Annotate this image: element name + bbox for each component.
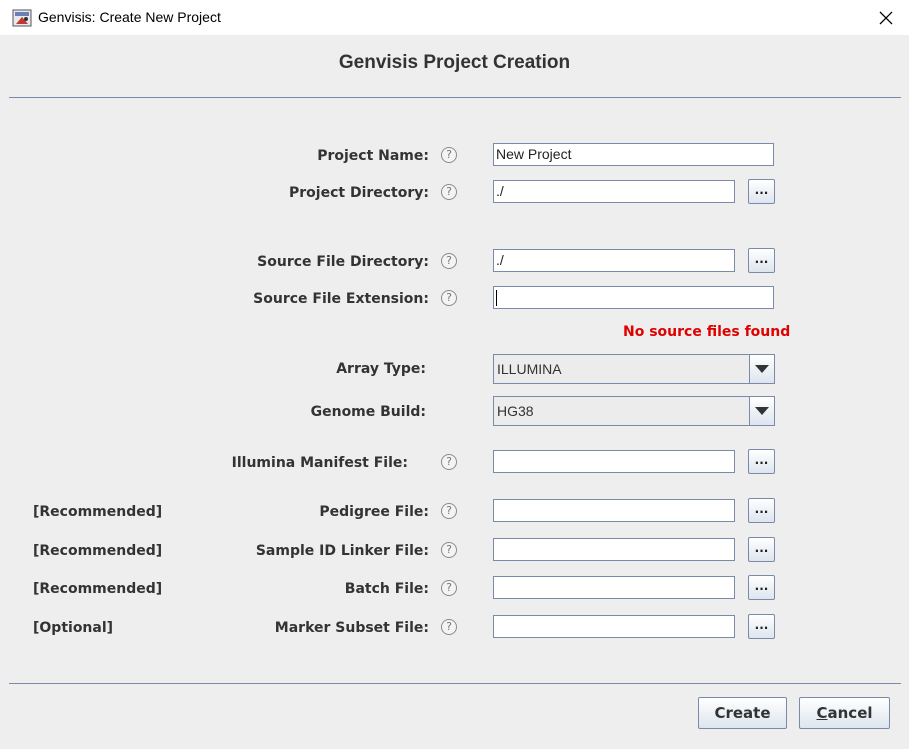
project-directory-browse-button[interactable]: ... bbox=[748, 179, 775, 204]
cancel-button[interactable]: Cancel bbox=[799, 697, 890, 729]
source-file-directory-help-icon[interactable]: ? bbox=[441, 253, 457, 269]
source-file-extension-input[interactable] bbox=[493, 286, 774, 309]
close-button[interactable] bbox=[863, 0, 909, 35]
array-type-select[interactable]: ILLUMINA bbox=[493, 354, 775, 384]
project-name-input[interactable]: New Project bbox=[493, 143, 774, 166]
footer-divider bbox=[9, 683, 901, 684]
pedigree-file-help-icon[interactable]: ? bbox=[441, 503, 457, 519]
source-file-extension-help-icon[interactable]: ? bbox=[441, 290, 457, 306]
illumina-manifest-file-browse-button[interactable]: ... bbox=[748, 449, 775, 474]
pedigree-file-browse-button[interactable]: ... bbox=[748, 498, 775, 523]
source-file-directory-input[interactable]: ./ bbox=[493, 249, 735, 272]
project-directory-help-icon[interactable]: ? bbox=[441, 184, 457, 200]
marker-subset-file-help-icon[interactable]: ? bbox=[441, 619, 457, 635]
sample-id-linker-file-help-icon[interactable]: ? bbox=[441, 542, 457, 558]
marker-subset-file-browse-button[interactable]: ... bbox=[748, 614, 775, 639]
cancel-mnemonic: C bbox=[816, 704, 828, 722]
project-name-help-icon[interactable]: ? bbox=[441, 147, 457, 163]
pedigree-file-input[interactable] bbox=[493, 499, 735, 522]
genome-build-select[interactable]: HG38 bbox=[493, 396, 775, 426]
create-button[interactable]: Create bbox=[698, 697, 787, 729]
batch-file-help-icon[interactable]: ? bbox=[441, 580, 457, 596]
source-file-extension-label: Source File Extension: bbox=[253, 291, 429, 307]
marker-subset-file-label: Marker Subset File: bbox=[274, 620, 429, 636]
illumina-manifest-file-help-icon[interactable]: ? bbox=[441, 454, 457, 470]
array-type-value: ILLUMINA bbox=[497, 361, 562, 377]
chevron-down-icon[interactable] bbox=[749, 355, 774, 383]
project-directory-input[interactable]: ./ bbox=[493, 180, 735, 203]
illumina-manifest-file-input[interactable] bbox=[493, 450, 735, 473]
array-type-label: Array Type: bbox=[336, 361, 426, 377]
title-bar: Genvisis: Create New Project bbox=[0, 0, 909, 35]
window-title: Genvisis: Create New Project bbox=[38, 9, 221, 25]
error-message: No source files found bbox=[623, 324, 791, 340]
batch-file-browse-button[interactable]: ... bbox=[748, 575, 775, 600]
source-file-directory-label: Source File Directory: bbox=[257, 254, 429, 270]
sample-id-linker-file-browse-button[interactable]: ... bbox=[748, 537, 775, 562]
genome-build-label: Genome Build: bbox=[310, 404, 426, 420]
sample-id-linker-file-input[interactable] bbox=[493, 538, 735, 561]
batch-file-input[interactable] bbox=[493, 576, 735, 599]
marker-subset-file-tag: [Optional] bbox=[33, 620, 114, 636]
project-directory-label: Project Directory: bbox=[289, 185, 429, 201]
header-divider bbox=[9, 97, 901, 98]
project-name-label: Project Name: bbox=[317, 148, 429, 164]
genome-build-value: HG38 bbox=[497, 403, 534, 419]
close-icon bbox=[879, 11, 893, 24]
batch-file-label: Batch File: bbox=[344, 581, 429, 597]
source-file-directory-browse-button[interactable]: ... bbox=[748, 248, 775, 273]
cancel-label-rest: ancel bbox=[827, 704, 873, 722]
page-title: Genvisis Project Creation bbox=[338, 52, 571, 73]
marker-subset-file-input[interactable] bbox=[493, 615, 735, 638]
text-caret bbox=[496, 290, 497, 307]
pedigree-file-label: Pedigree File: bbox=[319, 504, 429, 520]
chevron-down-icon[interactable] bbox=[749, 397, 774, 425]
app-icon bbox=[12, 9, 32, 27]
illumina-manifest-file-label: Illumina Manifest File: bbox=[231, 455, 408, 471]
sample-id-linker-file-label: Sample ID Linker File: bbox=[255, 543, 429, 559]
